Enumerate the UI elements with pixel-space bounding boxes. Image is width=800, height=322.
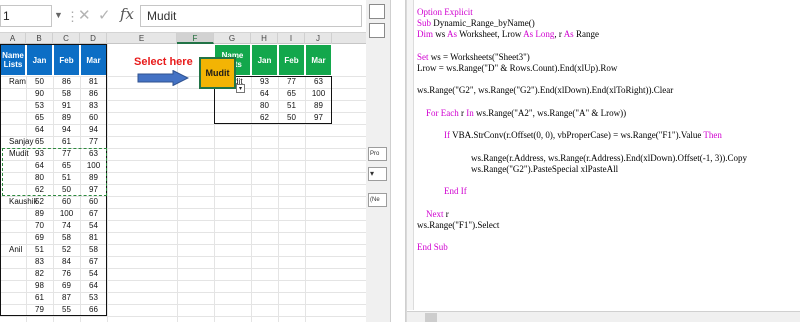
code-keyword: Sub (417, 18, 432, 29)
code-keyword: As (563, 29, 574, 40)
column-header-a[interactable]: A (0, 33, 26, 44)
project-pane: Pro ▾ (Ne (366, 0, 391, 322)
cell-grid[interactable]: Name Lists Jan Feb Mar Ram 50 86 81 90 58 86 53 91 83… (0, 44, 366, 322)
column-header-j[interactable]: J (305, 33, 332, 44)
name-box-dropdown-icon[interactable]: ▼ (54, 10, 63, 20)
code-keyword: In (466, 107, 474, 118)
output-value-cell[interactable]: 97 (305, 111, 332, 125)
code-text: ws.Range(r.Address, ws.Range(r.Address).… (417, 152, 748, 163)
code-text: ws.Range("A2", ws.Range("A" & Lrow)) (473, 107, 627, 118)
code-line[interactable]: If VBA.StrConv(r.Offset(0, 0), vbProperC… (417, 130, 722, 141)
code-text: ws = Worksheets("Sheet3") (428, 51, 530, 62)
code-line[interactable]: End If (417, 186, 467, 197)
code-text: r (443, 208, 449, 219)
code-line[interactable]: For Each r In ws.Range("A2", ws.Range("A… (417, 108, 626, 119)
code-line[interactable]: ws.Range("G2").PasteSpecial xlPasteAll (417, 164, 618, 175)
source-header-cell[interactable]: Feb (53, 44, 80, 76)
code-line[interactable]: ws.Range("F1").Select (417, 220, 499, 231)
code-line[interactable]: Sub Dynamic_Range_byName() (417, 18, 535, 29)
code-keyword: End Sub (417, 242, 448, 253)
selected-name: Mudit (205, 68, 230, 78)
formula-input[interactable]: Mudit (140, 5, 362, 27)
code-keyword: As (523, 29, 534, 40)
code-keyword: Then (703, 130, 722, 141)
code-window[interactable]: Option Explicit Sub Dynamic_Range_byName(… (406, 0, 800, 322)
code-line[interactable]: ws.Range(r.Address, ws.Range(r.Address).… (417, 153, 747, 164)
code-line[interactable]: Lrow = ws.Range("D" & Rows.Count).End(xl… (417, 63, 617, 74)
cancel-icon[interactable]: ✕ (78, 6, 91, 24)
view-object-button[interactable] (369, 4, 385, 19)
code-text: ws.Range("G2").PasteSpecial xlPasteAll (417, 163, 619, 174)
enter-icon[interactable]: ✓ (98, 6, 111, 24)
column-header-g[interactable]: G (214, 33, 251, 44)
code-text: Range (573, 29, 599, 40)
source-header-cell[interactable]: Jan (26, 44, 53, 76)
code-keyword: Set (417, 51, 429, 62)
code-keyword: As (447, 29, 458, 40)
scroll-thumb[interactable] (425, 313, 437, 322)
column-header-i[interactable]: I (278, 33, 305, 44)
code-text: VBA.StrConv(r.Offset(0, 0), vbProperCase… (450, 130, 704, 141)
code-text: Dynamic_Range_byName() (431, 18, 535, 29)
output-header-cell[interactable]: Feb (278, 44, 305, 76)
arrow-right-icon (137, 70, 189, 86)
output-value-cell[interactable]: 62 (251, 111, 278, 125)
margin-indicator-bar[interactable] (407, 0, 414, 310)
output-value-cell[interactable]: 50 (278, 111, 305, 125)
vba-editor: Pro ▾ (Ne Option Explicit Sub Dynamic_Ran… (366, 0, 800, 322)
dropdown-arrow-icon[interactable]: ▾ (368, 167, 387, 181)
column-header-b[interactable]: B (26, 33, 53, 44)
value-cell[interactable]: 55 (53, 303, 80, 317)
code-keyword: Long (535, 29, 555, 40)
output-header-cell[interactable]: Jan (251, 44, 278, 76)
pane-splitter[interactable] (391, 0, 406, 322)
formula-bar: 1 ▼ ⋮ ✕ ✓ fx Mudit (0, 0, 366, 33)
horizontal-scrollbar[interactable] (407, 311, 800, 322)
code-line[interactable]: Set ws = Worksheets("Sheet3") (417, 52, 530, 63)
value-cell[interactable]: 79 (26, 303, 53, 317)
output-header-cell[interactable]: Mar (305, 44, 332, 76)
view-code-button[interactable] (369, 23, 385, 38)
object-dropdown[interactable]: Pro (368, 147, 387, 161)
code-line[interactable]: End Sub (417, 242, 448, 253)
code-keyword: For Each (426, 107, 459, 118)
column-header-e[interactable]: E (107, 33, 177, 44)
procedure-dropdown[interactable]: (Ne (368, 193, 387, 207)
select-here-annotation: Select here (134, 56, 193, 68)
name-selector-cell[interactable]: Mudit (199, 57, 236, 89)
code-keyword: Next (426, 208, 444, 219)
code-line[interactable]: Option Explicit (417, 7, 473, 18)
code-text: ws.Range("G2", ws.Range("G2").End(xlDown… (417, 85, 674, 96)
name-cell[interactable] (0, 303, 26, 317)
excel-window: 1 ▼ ⋮ ✕ ✓ fx Mudit ABCDEFGHIJ Name Lists… (0, 0, 366, 322)
code-line[interactable]: Next r (417, 209, 449, 220)
name-box[interactable]: 1 (0, 5, 52, 27)
source-header-cell[interactable]: Name Lists (0, 44, 26, 76)
code-line[interactable]: ws.Range("G2", ws.Range("G2").End(xlDown… (417, 85, 673, 96)
value-cell[interactable]: 66 (80, 303, 107, 317)
output-name-cell[interactable] (214, 111, 251, 125)
column-header-h[interactable]: H (251, 33, 278, 44)
code-text: , r (554, 29, 564, 40)
column-header-f[interactable]: F (177, 33, 214, 44)
column-header-c[interactable]: C (53, 33, 80, 44)
code-text: Worksheet, Lrow (457, 29, 524, 40)
worksheet: ABCDEFGHIJ Name Lists Jan Feb Mar Ram 50 86 81 9… (0, 33, 366, 322)
source-header-cell[interactable]: Mar (80, 44, 107, 76)
code-line[interactable]: Dim ws As Worksheet, Lrow As Long, r As … (417, 29, 599, 40)
code-keyword: Option Explicit (417, 7, 473, 17)
code-text: ws (433, 29, 448, 40)
code-text: ws.Range("F1").Select (417, 219, 500, 230)
column-header-d[interactable]: D (80, 33, 107, 44)
column-headers: ABCDEFGHIJ (0, 33, 366, 44)
insert-function-icon[interactable]: fx (120, 5, 134, 23)
code-keyword: Dim (417, 29, 434, 40)
code-text: Lrow = ws.Range("D" & Rows.Count).End(xl… (417, 63, 618, 73)
filter-dropdown-icon[interactable]: ▾ (236, 84, 245, 93)
code-keyword: End If (444, 186, 467, 197)
